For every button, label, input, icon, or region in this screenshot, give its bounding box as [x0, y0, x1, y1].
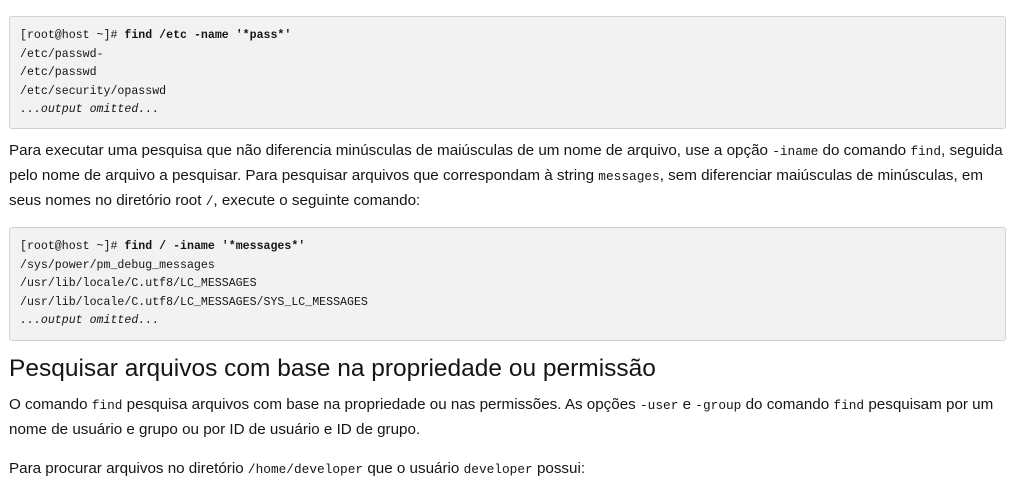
code-line-command: [root@host ~]# find / -iname '*messages*… [20, 238, 995, 257]
inline-code: -iname [772, 144, 819, 159]
code-output-line: /etc/passwd [20, 66, 97, 80]
code-output-line: /etc/passwd- [20, 47, 104, 61]
inline-code: developer [463, 462, 533, 477]
inline-code: /home/developer [247, 462, 364, 477]
paragraph-developer-search: Para procurar arquivos no diretório /hom… [9, 457, 1006, 482]
code-output-line: /etc/security/opasswd [20, 84, 167, 98]
code-output-line: /usr/lib/locale/C.utf8/LC_MESSAGES [20, 277, 257, 291]
inline-code: find [91, 398, 123, 413]
code-output-line: /sys/power/pm_debug_messages [20, 258, 215, 272]
paragraph-text: pesquisa arquivos com base na propriedad… [122, 396, 640, 413]
shell-command: find / -iname '*messages*' [124, 240, 306, 253]
inline-code: find [833, 398, 865, 413]
code-line-command: [root@host ~]# find /etc -name '*pass*' [20, 27, 995, 46]
paragraph-text: que o usuário [363, 460, 464, 477]
output-omitted-note: ...output omitted... [20, 103, 160, 117]
section-heading: Pesquisar arquivos com base na proprieda… [9, 355, 656, 382]
inline-code: find [910, 144, 942, 159]
paragraph-iname-intro: Para executar uma pesquisa que não difer… [9, 139, 1006, 214]
paragraph-text: e [678, 396, 696, 413]
shell-command: find /etc -name '*pass*' [124, 29, 292, 42]
inline-code: -group [695, 398, 742, 413]
output-omitted-note: ...output omitted... [20, 314, 160, 328]
code-block-find-messages: [root@host ~]# find / -iname '*messages*… [9, 227, 1006, 341]
paragraph-text: Para executar uma pesquisa que não difer… [9, 142, 773, 159]
code-block-find-etc: [root@host ~]# find /etc -name '*pass*' /… [9, 16, 1006, 129]
paragraph-text: possui: [532, 460, 586, 477]
inline-code: -user [639, 398, 679, 413]
paragraph-text: O comando [9, 396, 92, 413]
shell-prompt: [root@host ~]# [20, 29, 125, 42]
inline-code: messages [598, 169, 660, 184]
paragraph-text: , execute o seguinte comando: [213, 192, 421, 209]
shell-prompt: [root@host ~]# [20, 240, 125, 253]
paragraph-text: Para procurar arquivos no diretório [9, 460, 248, 477]
code-output-line: /usr/lib/locale/C.utf8/LC_MESSAGES/SYS_L… [20, 295, 368, 309]
paragraph-text: do comando [818, 142, 911, 159]
paragraph-ownership: O comando find pesquisa arquivos com bas… [9, 393, 1006, 442]
paragraph-text: do comando [741, 396, 834, 413]
